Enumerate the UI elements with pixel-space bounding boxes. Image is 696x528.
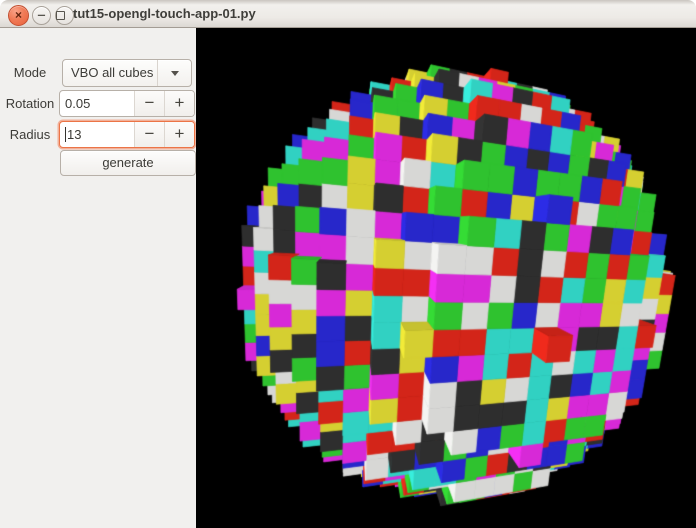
mode-dropdown-value: VBO all cubes: [63, 60, 157, 86]
radius-decrement-button[interactable]: −: [134, 122, 164, 147]
rotation-decrement-button[interactable]: −: [134, 91, 164, 116]
radius-value: 13: [67, 127, 81, 142]
rotation-spinbox: 0.05 − +: [59, 90, 195, 117]
mode-dropdown[interactable]: VBO all cubes: [62, 59, 192, 87]
voxel-sphere-canvas[interactable]: [196, 28, 696, 528]
radius-spinbox: 13 − +: [59, 121, 195, 148]
radius-input[interactable]: 13: [60, 122, 134, 147]
minimize-button[interactable]: ‒: [32, 6, 51, 25]
control-panel: Mode VBO all cubes Rotation 0.05 − + Rad…: [0, 28, 196, 528]
close-icon: ×: [9, 6, 28, 25]
text-cursor: [65, 127, 66, 142]
rotation-label: Rotation: [0, 90, 60, 117]
window-title: tut15-opengl-touch-app-01.py: [73, 0, 256, 27]
maximize-button[interactable]: [55, 6, 74, 25]
chevron-down-icon: [171, 71, 179, 76]
close-button[interactable]: ×: [8, 5, 29, 26]
rotation-increment-button[interactable]: +: [164, 91, 194, 116]
minimize-icon: ‒: [33, 7, 50, 22]
titlebar: × ‒ tut15-opengl-touch-app-01.py: [0, 0, 696, 28]
radius-label: Radius: [0, 121, 60, 148]
gl-viewport: [196, 28, 696, 528]
maximize-icon: [56, 11, 65, 20]
app-window: × ‒ tut15-opengl-touch-app-01.py Mode VB…: [0, 0, 696, 528]
dropdown-arrow-box[interactable]: [157, 60, 191, 86]
radius-increment-button[interactable]: +: [164, 122, 194, 147]
rotation-input[interactable]: 0.05: [60, 91, 134, 116]
mode-label: Mode: [0, 59, 60, 87]
generate-button[interactable]: generate: [60, 150, 196, 176]
